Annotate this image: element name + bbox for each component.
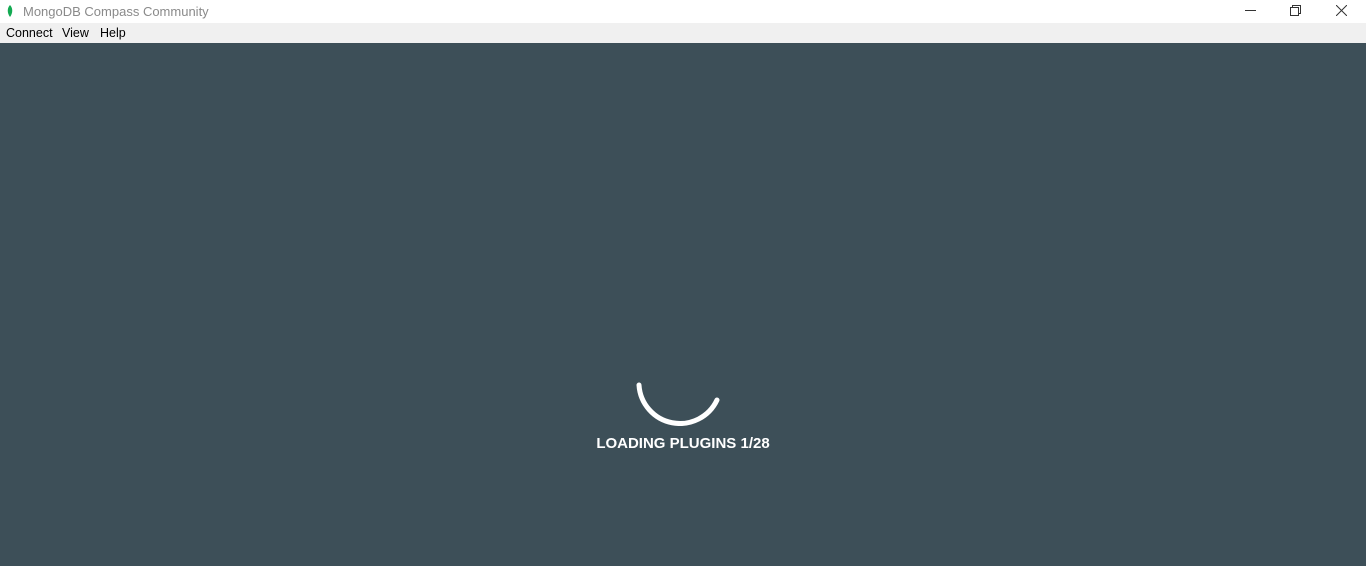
- loading-spinner-icon: [636, 382, 720, 426]
- menu-view[interactable]: View: [62, 26, 89, 40]
- menu-help[interactable]: Help: [100, 26, 126, 40]
- minimize-icon: [1245, 10, 1256, 11]
- title-bar[interactable]: MongoDB Compass Community: [0, 0, 1366, 23]
- close-button[interactable]: [1319, 0, 1364, 22]
- app-window: MongoDB Compass Community Connect View H…: [0, 0, 1366, 566]
- menu-connect[interactable]: Connect: [6, 26, 53, 40]
- restore-button[interactable]: [1273, 0, 1318, 22]
- mongodb-leaf-icon: [7, 5, 13, 17]
- loading-message: LOADING PLUGINS 1/28: [596, 435, 770, 452]
- menu-bar: Connect View Help: [0, 23, 1366, 43]
- main-content: LOADING PLUGINS 1/28: [0, 43, 1366, 566]
- window-title: MongoDB Compass Community: [23, 4, 209, 19]
- close-icon: [1336, 5, 1347, 16]
- minimize-button[interactable]: [1228, 0, 1273, 22]
- restore-icon: [1290, 5, 1301, 16]
